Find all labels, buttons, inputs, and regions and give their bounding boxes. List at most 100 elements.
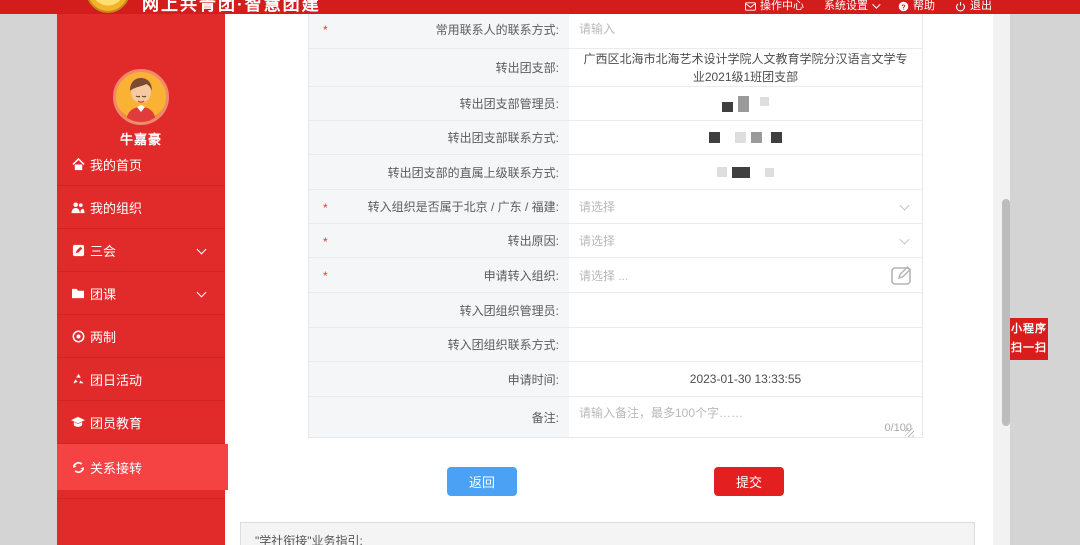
field-value-cell — [569, 121, 922, 154]
guide-title: "学社衔接"业务指引: — [255, 534, 363, 545]
badge-line1: 小程序 — [1010, 320, 1048, 339]
chevron-down-icon — [197, 288, 207, 298]
submit-button[interactable]: 提交 — [714, 467, 784, 496]
site-title: 网上共青团·智慧团建 — [142, 0, 321, 15]
badge-line2: 扫一扫 — [1010, 339, 1048, 358]
field-value-cell — [569, 328, 922, 361]
redacted-value — [709, 132, 782, 143]
field-value-cell: 0/100 — [569, 397, 922, 437]
picker-placeholder: 请选择 ... — [579, 267, 628, 284]
scrollbar-thumb[interactable] — [1002, 199, 1010, 426]
field-label-cell: 转入团组织联系方式: — [309, 328, 569, 361]
form-row-out-branch-superior-contact: 转出团支部的直属上级联系方式: — [309, 155, 922, 190]
system-settings-menu-item[interactable]: 系统设置 — [824, 0, 878, 12]
field-label: 备注: — [532, 409, 559, 426]
contact-method-input[interactable] — [579, 22, 912, 36]
field-label: 转出团支部: — [496, 59, 559, 76]
sidebar-item-three-meetings[interactable]: 三会 — [57, 229, 225, 272]
top-header: 网上共青团·智慧团建 操作中心 系统设置 ? 帮助 — [0, 0, 1080, 14]
sidebar-item-label: 我的组织 — [90, 198, 142, 217]
sidebar-item-member-education[interactable]: 团员教育 — [57, 401, 225, 444]
system-settings-label: 系统设置 — [824, 0, 868, 12]
action-center-label: 操作中心 — [760, 0, 804, 12]
form-row-transfer-reason: * 转出原因: 请选择 — [309, 224, 922, 258]
avatar — [113, 69, 169, 125]
sidebar-item-league-class[interactable]: 团课 — [57, 272, 225, 315]
field-label-cell: 备注: — [309, 397, 569, 437]
scrollbar-track — [993, 14, 1010, 545]
out-branch-value: 广西区北海市北海艺术设计学院人文教育学院分汉语言文学专业2021级1班团支部 — [579, 50, 912, 86]
help-menu-item[interactable]: ? 帮助 — [898, 0, 935, 12]
logout-menu-item[interactable]: 退出 — [955, 0, 992, 12]
sidebar-item-league-day-activity[interactable]: 团日活动 — [57, 358, 225, 401]
sidebar-item-label: 两制 — [90, 327, 116, 346]
league-logo — [86, 0, 130, 13]
edit-icon[interactable] — [890, 264, 914, 286]
field-label: 申请转入组织: — [484, 267, 559, 284]
mini-program-qr-badge[interactable]: 小程序 扫一扫 — [1010, 318, 1048, 360]
form-row-contact-method: * 常用联系人的联系方式: — [309, 14, 922, 49]
field-label: 转出团支部联系方式: — [448, 129, 559, 146]
resize-grip-icon[interactable] — [905, 428, 914, 437]
field-label-cell: * 转出原因: — [309, 224, 569, 257]
field-value-cell — [569, 14, 922, 48]
guide-panel: "学社衔接"业务指引: — [240, 522, 975, 545]
action-center-menu-item[interactable]: 操作中心 — [745, 0, 804, 12]
required-asterisk: * — [323, 269, 328, 283]
field-label: 转出团支部管理员: — [460, 95, 559, 112]
region-select[interactable]: 请选择 — [579, 198, 912, 215]
sidebar-item-two-systems[interactable]: 两制 — [57, 315, 225, 358]
field-label: 转入团组织管理员: — [460, 302, 559, 319]
graduation-cap-icon — [71, 415, 85, 429]
sidebar-item-label: 三会 — [90, 241, 116, 260]
field-label: 转出团支部的直属上级联系方式: — [388, 164, 559, 181]
page: 网上共青团·智慧团建 操作中心 系统设置 ? 帮助 — [0, 0, 1080, 545]
select-placeholder: 请选择 — [579, 198, 615, 215]
sidebar-item-my-organization[interactable]: 我的组织 — [57, 186, 225, 229]
sidebar-menu: 我的首页 我的组织 三会 团课 — [57, 143, 225, 490]
field-value-cell — [569, 87, 922, 120]
field-label-cell: 转出团支部的直属上级联系方式: — [309, 155, 569, 189]
field-value-cell: 2023-01-30 13:33:55 — [569, 362, 922, 396]
sidebar-item-relation-transfer[interactable]: 关系接转 — [57, 444, 228, 490]
field-label-cell: 转入团组织管理员: — [309, 293, 569, 327]
folder-icon — [71, 286, 85, 300]
field-value-cell: 请选择 — [569, 224, 922, 257]
header-menu: 操作中心 系统设置 ? 帮助 退出 — [745, 0, 992, 12]
field-label-cell: 转出团支部: — [309, 49, 569, 86]
form-row-remark: 备注: 0/100 — [309, 397, 922, 437]
sidebar-bottom-fill — [57, 498, 225, 545]
field-label-cell: * 常用联系人的联系方式: — [309, 14, 569, 48]
form-row-out-branch: 转出团支部: 广西区北海市北海艺术设计学院人文教育学院分汉语言文学专业2021级… — [309, 49, 922, 87]
users-icon — [71, 200, 85, 214]
remark-textarea[interactable] — [579, 397, 914, 437]
sidebar-item-my-home[interactable]: 我的首页 — [57, 143, 225, 186]
required-asterisk: * — [323, 235, 328, 249]
field-label: 转入团组织联系方式: — [448, 336, 559, 353]
chevron-down-icon — [900, 234, 910, 244]
form-row-in-org-contact: 转入团组织联系方式: — [309, 328, 922, 362]
form-row-apply-time: 申请时间: 2023-01-30 13:33:55 — [309, 362, 922, 397]
sidebar-item-label: 我的首页 — [90, 155, 142, 174]
field-label: 申请时间: — [508, 371, 559, 388]
recycle-icon — [71, 372, 85, 386]
sidebar-item-label: 团课 — [90, 284, 116, 303]
sidebar: 牛嘉豪 我的首页 我的组织 三会 — [57, 14, 225, 545]
transfer-form: * 常用联系人的联系方式: 转出团支部: 广西区北海市北海艺术设计学院人文教育学… — [308, 14, 923, 438]
logout-label: 退出 — [970, 0, 992, 12]
home-icon — [71, 157, 85, 171]
field-label-cell: * 转入组织是否属于北京 / 广东 / 福建: — [309, 190, 569, 223]
field-label: 转出原因: — [508, 232, 559, 249]
required-asterisk: * — [323, 201, 328, 215]
chevron-down-icon — [900, 200, 910, 210]
form-row-target-organization: * 申请转入组织: 请选择 ... — [309, 258, 922, 293]
target-icon — [71, 329, 85, 343]
field-label: 转入组织是否属于北京 / 广东 / 福建: — [368, 198, 559, 215]
field-label-cell: 转出团支部管理员: — [309, 87, 569, 120]
transfer-reason-select[interactable]: 请选择 — [579, 232, 912, 249]
back-button[interactable]: 返回 — [447, 467, 517, 496]
redacted-value — [722, 96, 769, 112]
field-value-cell — [569, 155, 922, 189]
svg-text:?: ? — [901, 2, 906, 11]
field-value-cell: 请选择 ... — [569, 258, 922, 292]
